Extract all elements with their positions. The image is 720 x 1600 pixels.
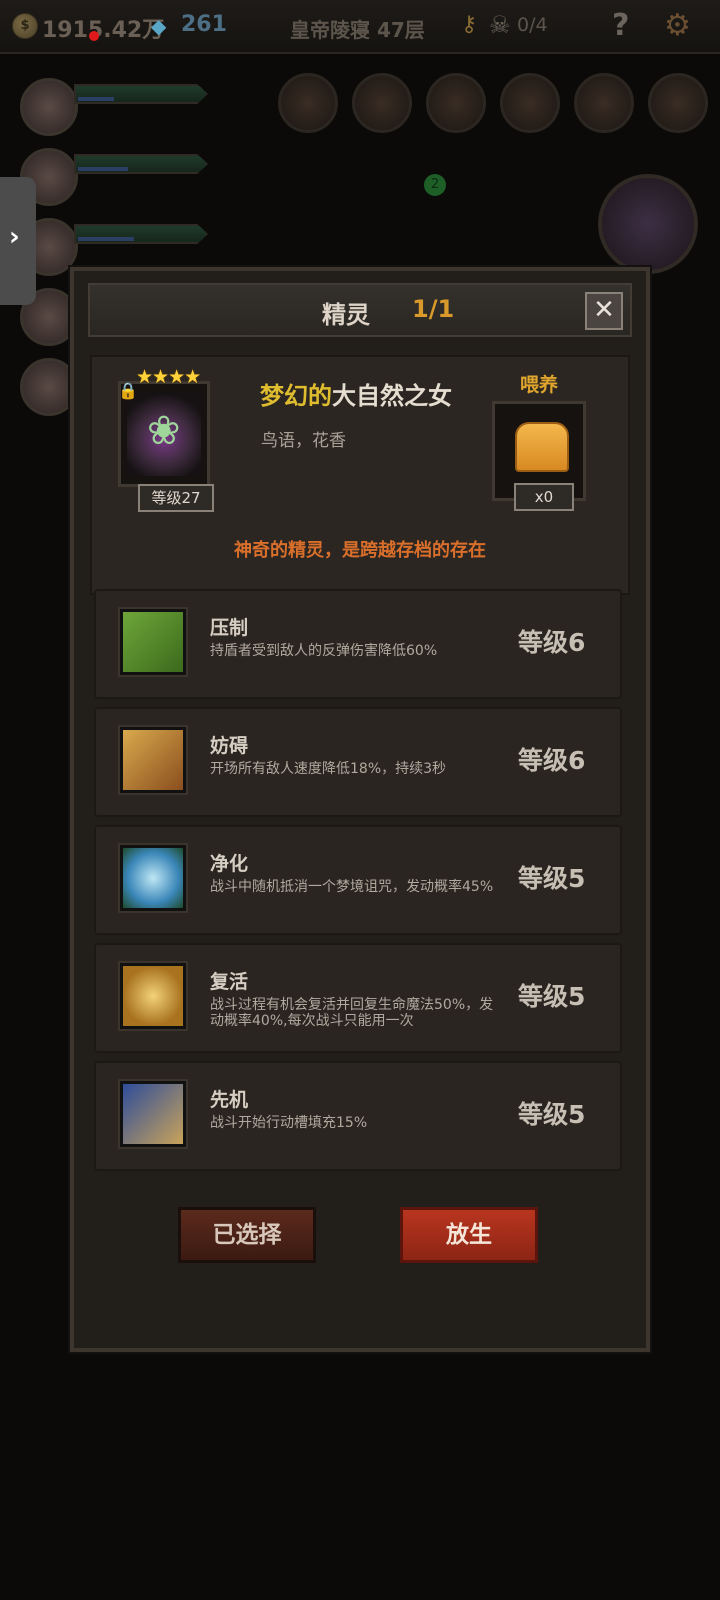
boss-avatar [598, 174, 698, 274]
skill-description: 开场所有敌人速度降低18%，持续3秒 [210, 761, 447, 777]
gear-icon[interactable]: ⚙ [664, 8, 691, 43]
help-icon[interactable]: ? [612, 8, 629, 43]
release-button[interactable]: 放生 [400, 1207, 538, 1263]
feather-item-slot[interactable] [500, 73, 560, 133]
sprite-level: 等级27 [138, 484, 214, 512]
hero-avatar[interactable] [20, 78, 78, 136]
chevron-right-icon: › [9, 222, 20, 252]
notification-dot [89, 31, 99, 41]
skill-name: 复活 [210, 971, 249, 993]
lock-icon[interactable]: 🔒 [118, 381, 138, 400]
sprite-count: 1/1 [412, 295, 455, 323]
skull-counter: 0/4 [517, 14, 548, 36]
skill-description: 持盾者受到敌人的反弹伤害降低60% [210, 643, 438, 659]
skill-name: 妨碍 [210, 735, 249, 757]
pumpkin-item-slot[interactable] [574, 73, 634, 133]
fairy-figure-icon: ❀ [147, 408, 181, 454]
close-button[interactable]: ✕ [585, 292, 623, 330]
skill-name: 压制 [210, 617, 249, 639]
skill-row[interactable]: 先机 战斗开始行动槽填充15% 等级5 [94, 1061, 622, 1171]
dialog-header: 精灵 1/1 [88, 283, 632, 337]
hero-health-bar [74, 224, 208, 244]
chained-boot-skill-icon [120, 727, 186, 793]
feed-label: 喂养 [520, 374, 559, 396]
blue-flower-skill-icon [120, 845, 186, 911]
gold-coin-icon: $ [12, 13, 38, 39]
skill-description: 战斗中随机抵消一个梦境诅咒，发动概率45% [210, 879, 494, 895]
empty-item-slot[interactable] [648, 73, 708, 133]
eye-item-slot[interactable] [278, 73, 338, 133]
sprite-name: 梦幻的大自然之女 [260, 376, 452, 411]
skull-icon: ☠ [489, 11, 511, 39]
revive-figure-skill-icon [120, 963, 186, 1029]
green-badge: 2 [424, 174, 446, 196]
star-rating: ★★★★ [136, 366, 201, 388]
skill-level: 等级5 [518, 982, 586, 1011]
hero-health-bar [74, 154, 208, 174]
sprite-name-main: 大自然之女 [332, 382, 452, 410]
skill-description: 战斗开始行动槽填充15% [210, 1115, 368, 1131]
skill-level: 等级6 [518, 628, 586, 657]
food-count: x0 [514, 483, 574, 511]
side-expand-tab[interactable]: › [0, 177, 36, 305]
gold-amount: 1915.42万 [42, 18, 165, 43]
skill-row[interactable]: 妨碍 开场所有敌人速度降低18%，持续3秒 等级6 [94, 707, 622, 817]
claw-skill-icon [120, 609, 186, 675]
gem-amount: 261 [181, 12, 227, 37]
skill-row[interactable]: 压制 持盾者受到敌人的反弹伤害降低60% 等级6 [94, 589, 622, 699]
potion-item-slot[interactable] [352, 73, 412, 133]
hero-health-bar [74, 84, 208, 104]
bell-item-slot[interactable] [426, 73, 486, 133]
skill-row[interactable]: 复活 战斗过程有机会复活并回复生命魔法50%，发动概率40%,每次战斗只能用一次… [94, 943, 622, 1053]
sprite-name-prefix: 梦幻的 [260, 382, 332, 410]
skill-name: 净化 [210, 853, 249, 875]
skill-level: 等级5 [518, 864, 586, 893]
dialog-title: 精灵 [322, 301, 370, 329]
bread-icon [515, 422, 569, 472]
dungeon-floor-label: 皇帝陵寝 47层 [290, 18, 425, 42]
top-status-bar: $ 1915.42万 ◆ 261 皇帝陵寝 47层 ⚷ ☠ 0/4 ? ⚙ [0, 0, 720, 54]
sprite-motto: 神奇的精灵，是跨越存档的存在 [234, 540, 486, 561]
skill-level: 等级6 [518, 746, 586, 775]
sprite-art: ❀ [127, 392, 201, 476]
key-icon: ⚷ [461, 12, 478, 37]
diamond-icon: ◆ [151, 14, 167, 38]
skill-row[interactable]: 净化 战斗中随机抵消一个梦境诅咒，发动概率45% 等级5 [94, 825, 622, 935]
sprite-description: 鸟语，花香 [261, 431, 346, 451]
leopard-skill-icon [120, 1081, 186, 1147]
sprite-dialog: 精灵 1/1 ❀ 🔒 ★★★★ 等级27 梦幻的大自然之女 鸟语，花香 喂养 x… [70, 267, 650, 1352]
skill-level: 等级5 [518, 1100, 586, 1129]
skill-description: 战斗过程有机会复活并回复生命魔法50%，发动概率40%,每次战斗只能用一次 [210, 997, 494, 1029]
skill-name: 先机 [210, 1089, 249, 1111]
selected-button[interactable]: 已选择 [178, 1207, 316, 1263]
